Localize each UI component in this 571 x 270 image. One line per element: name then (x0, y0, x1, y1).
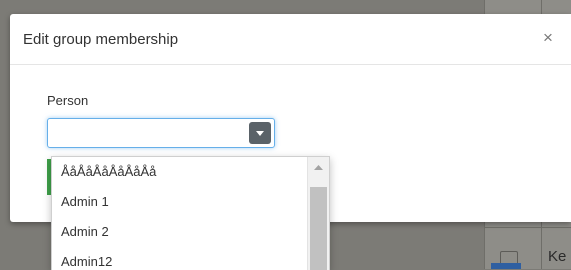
modal-header: Edit group membership × (10, 14, 571, 65)
option-item[interactable]: Admin 2 (61, 224, 109, 239)
person-combobox[interactable] (47, 118, 275, 148)
option-item[interactable]: Admin 1 (61, 194, 109, 209)
person-options-list: ÅåÅåÅåÅåÅåÅå Admin 1 Admin 2 Admin12 (51, 156, 330, 270)
arrow-up-icon (314, 165, 323, 170)
close-button[interactable]: × (543, 29, 553, 47)
person-input[interactable] (48, 119, 256, 147)
table-divider (484, 227, 571, 228)
modal-title: Edit group membership (23, 31, 179, 48)
option-item[interactable]: Admin12 (61, 254, 112, 269)
caret-down-icon (256, 131, 264, 136)
person-label: Person (47, 93, 89, 108)
scroll-up-button[interactable] (308, 159, 329, 176)
background-button (491, 263, 521, 269)
scrollbar-thumb[interactable] (310, 187, 327, 270)
dropdown-toggle-button[interactable] (249, 122, 271, 144)
table-cell-text: Ke (548, 248, 567, 265)
option-item[interactable]: ÅåÅåÅåÅåÅåÅå (61, 164, 156, 179)
